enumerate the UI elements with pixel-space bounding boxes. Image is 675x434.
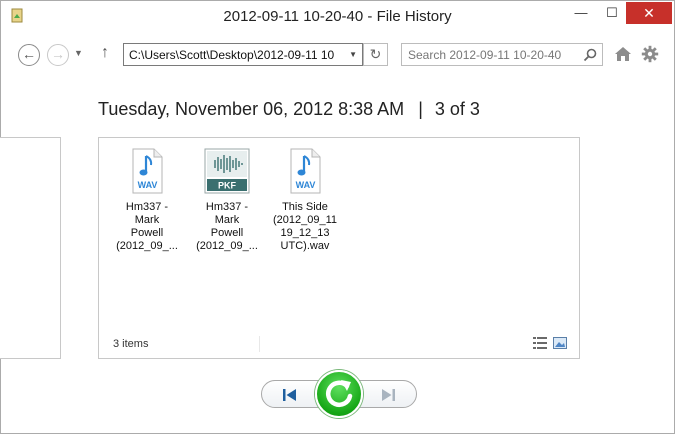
back-icon: ← [22, 46, 36, 62]
next-version-button[interactable] [376, 387, 400, 403]
file-name-line: Hm337 - [205, 201, 249, 213]
wav-file-icon: WAV [290, 148, 321, 194]
file-name-line: Mark [214, 214, 240, 226]
close-button[interactable]: ✕ [626, 2, 672, 24]
file-item[interactable]: WAV Hm337 - Mark Powell (2012_09_... [111, 148, 183, 253]
back-button[interactable]: ← [18, 44, 40, 66]
navigation-bar: ← → ▼ ↑ C:\Users\Scott\Desktop\2012-09-1… [1, 35, 674, 71]
large-icons-view-icon[interactable] [553, 337, 567, 349]
minimize-button[interactable]: — [566, 2, 596, 24]
pkf-file-icon: PKF [204, 148, 250, 194]
previous-snapshot-panel[interactable] [0, 137, 61, 359]
file-name-line: Powell [210, 227, 244, 239]
home-icon[interactable] [614, 45, 632, 63]
address-path[interactable]: C:\Users\Scott\Desktop\2012-09-11 10-2 [129, 48, 334, 62]
gear-icon[interactable] [641, 45, 659, 63]
file-name-line: This Side [282, 201, 328, 213]
file-item[interactable]: PKF Hm337 - Mark Powell (2012_09_... [191, 148, 263, 253]
file-name-line: (2012_09_11 [272, 214, 338, 226]
previous-version-button[interactable] [278, 387, 302, 403]
file-name-line: Hm337 - [125, 201, 169, 213]
file-name-line: UTC).wav [280, 240, 330, 252]
title-bar: 2012-09-11 10-20-40 - File History — ☐ ✕ [1, 1, 674, 33]
snapshot-position: 3 of 3 [434, 99, 480, 119]
up-button[interactable]: ↑ [101, 44, 109, 62]
file-type-label: PKF [218, 181, 237, 191]
file-type-label: WAV [296, 180, 316, 190]
file-name-line: 19_12_13 [280, 227, 330, 239]
maximize-button[interactable]: ☐ [598, 2, 626, 24]
file-history-window: 2012-09-11 10-20-40 - File History — ☐ ✕… [0, 0, 675, 434]
refresh-icon: ↻ [369, 46, 382, 62]
recent-locations-icon: ▼ [74, 48, 83, 58]
address-bar[interactable]: C:\Users\Scott\Desktop\2012-09-11 10-2 ▼ [123, 43, 363, 66]
up-icon: ↑ [101, 44, 109, 61]
file-name-line: (2012_09_... [116, 240, 178, 252]
wav-file-icon: WAV [132, 148, 163, 194]
file-name-line: Mark [134, 214, 160, 226]
item-count: 3 items [113, 338, 149, 350]
search-box[interactable]: Search 2012-09-11 10-20-40 [401, 43, 603, 66]
status-divider [259, 336, 260, 352]
file-name-line: Powell [130, 227, 164, 239]
forward-button[interactable]: → [47, 44, 69, 66]
status-bar: 3 items [99, 332, 579, 358]
file-name: This Side (2012_09_11 19_12_13 UTC).wav [269, 201, 341, 253]
search-input[interactable]: Search 2012-09-11 10-20-40 [408, 48, 561, 62]
address-dropdown-icon[interactable]: ▼ [349, 50, 357, 59]
search-icon[interactable] [582, 47, 598, 63]
forward-icon: → [51, 46, 65, 62]
file-item[interactable]: WAV This Side (2012_09_11 19_12_13 UTC).… [269, 148, 341, 253]
file-name: Hm337 - Mark Powell (2012_09_... [191, 201, 263, 253]
file-name-line: (2012_09_... [196, 240, 258, 252]
recent-locations-button[interactable]: ▼ [74, 48, 83, 58]
previous-version-icon [283, 389, 286, 401]
heading-separator: | [418, 99, 423, 119]
file-name: Hm337 - Mark Powell (2012_09_... [111, 201, 183, 253]
file-type-label: WAV [138, 180, 158, 190]
snapshot-date: Tuesday, November 06, 2012 8:38 AM [98, 99, 405, 119]
snapshot-heading: Tuesday, November 06, 2012 8:38 AM | 3 of … [98, 99, 480, 120]
refresh-button[interactable]: ↻ [363, 43, 388, 66]
restore-icon [325, 380, 353, 407]
restore-button[interactable] [315, 370, 363, 418]
snapshot-file-panel: WAV Hm337 - Mark Powell (2012_09_... PKF… [98, 137, 580, 359]
details-view-icon[interactable] [533, 337, 547, 349]
next-version-icon [382, 389, 392, 401]
